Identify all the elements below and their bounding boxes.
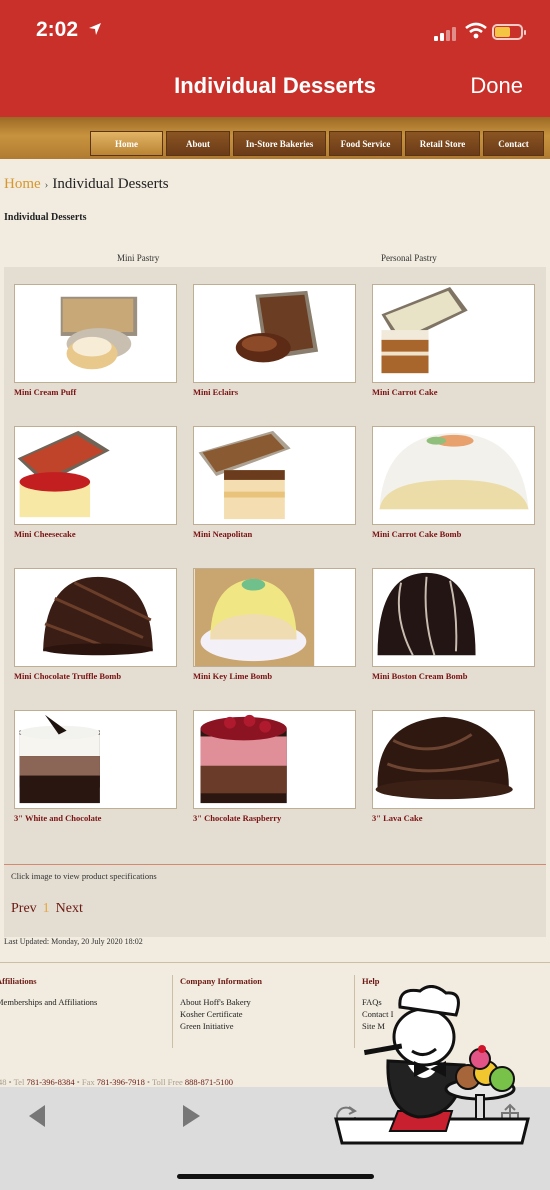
fax-number: 781-396-7918 bbox=[96, 1077, 145, 1087]
product-image-key-lime-bomb[interactable] bbox=[193, 568, 356, 667]
forward-arrow-icon[interactable] bbox=[178, 1103, 204, 1129]
footer-link[interactable]: About Hoff's Bakery bbox=[180, 996, 262, 1008]
menu-contact[interactable]: Contact bbox=[483, 131, 544, 156]
footer-separator bbox=[0, 962, 550, 963]
footer-link[interactable]: Kosher Certificate bbox=[180, 1008, 262, 1020]
product-label[interactable]: 3" Lava Cake bbox=[372, 813, 423, 823]
column-heading-personal: Personal Pastry bbox=[381, 253, 437, 263]
product-label[interactable]: 3" Chocolate Raspberry bbox=[193, 813, 281, 823]
location-arrow-icon bbox=[89, 23, 101, 35]
footer-column-divider bbox=[172, 975, 173, 1048]
product-label[interactable]: Mini Carrot Cake Bomb bbox=[372, 529, 461, 539]
product-image-truffle-bomb[interactable] bbox=[14, 568, 177, 667]
product-image-cream-puff[interactable] bbox=[14, 284, 177, 383]
product-label[interactable]: Mini Cream Puff bbox=[14, 387, 76, 397]
tel-number[interactable]: 781-396-8384 bbox=[26, 1077, 74, 1087]
current-page: 1 bbox=[42, 901, 50, 916]
footer-company: Company Information About Hoff's Bakery … bbox=[180, 975, 262, 1032]
product-label[interactable]: Mini Cheesecake bbox=[14, 529, 76, 539]
breadcrumb-home[interactable]: Home bbox=[4, 176, 41, 192]
section-heading: Individual Desserts bbox=[4, 212, 87, 223]
product-image-cheesecake[interactable] bbox=[14, 426, 177, 525]
status-time: 2:02 bbox=[36, 18, 79, 41]
divider bbox=[4, 864, 546, 865]
menu-food-service[interactable]: Food Service bbox=[329, 131, 402, 156]
product-image-eclairs[interactable] bbox=[193, 284, 356, 383]
product-image-carrot-bomb[interactable] bbox=[372, 426, 535, 525]
back-arrow-icon[interactable] bbox=[25, 1103, 51, 1129]
prev-link[interactable]: Prev bbox=[11, 901, 37, 916]
battery-icon bbox=[492, 24, 526, 40]
breadcrumb: Home › Individual Desserts bbox=[4, 176, 169, 193]
menu-retail-store[interactable]: Retail Store bbox=[405, 131, 480, 156]
signal-icon bbox=[434, 26, 456, 41]
product-image-boston-cream-bomb[interactable] bbox=[372, 568, 535, 667]
footer-link[interactable]: Memberships and Affiliations bbox=[0, 996, 97, 1008]
menu-in-store-bakeries[interactable]: In-Store Bakeries bbox=[233, 131, 326, 156]
done-button[interactable]: Done bbox=[470, 73, 523, 99]
footer-heading: Affiliations bbox=[0, 976, 37, 986]
product-image-carrot-cake[interactable] bbox=[372, 284, 535, 383]
phone-prefix: 48 • Tel bbox=[0, 1077, 25, 1087]
product-label[interactable]: Mini Eclairs bbox=[193, 387, 238, 397]
footer-heading: Company Information bbox=[180, 976, 262, 986]
breadcrumb-separator: › bbox=[44, 179, 49, 191]
tollfree-number[interactable]: 888-871-5100 bbox=[185, 1077, 233, 1087]
phone-line: 48 • Tel 781-396-8384 • Fax 781-396-7918… bbox=[0, 1077, 233, 1087]
next-link[interactable]: Next bbox=[56, 901, 83, 916]
home-indicator bbox=[177, 1174, 374, 1179]
product-image-white-choc-cake[interactable] bbox=[14, 710, 177, 809]
site-menu: Home About In-Store Bakeries Food Servic… bbox=[90, 131, 544, 156]
wifi-icon bbox=[465, 22, 487, 39]
product-image-choc-raspberry-cake[interactable] bbox=[193, 710, 356, 809]
product-label[interactable]: Mini Carrot Cake bbox=[372, 387, 437, 397]
column-heading-mini: Mini Pastry bbox=[117, 253, 160, 263]
menu-about[interactable]: About bbox=[166, 131, 230, 156]
breadcrumb-current: Individual Desserts bbox=[52, 176, 169, 192]
product-label[interactable]: Mini Key Lime Bomb bbox=[193, 671, 272, 681]
pagination: Prev 1 Next bbox=[11, 901, 83, 917]
navigation-bar: 2:02 Individual Desserts Done bbox=[0, 0, 550, 117]
menu-home[interactable]: Home bbox=[90, 131, 163, 156]
page-title: Individual Desserts bbox=[174, 73, 376, 98]
last-updated: Last Updated: Monday, 20 July 2020 18:02 bbox=[4, 937, 143, 946]
tollfree-label: • Toll Free bbox=[147, 1077, 183, 1087]
product-label[interactable]: Mini Chocolate Truffle Bomb bbox=[14, 671, 121, 681]
product-label[interactable]: 3" White and Chocolate bbox=[14, 813, 101, 823]
chef-eating-icon bbox=[334, 985, 530, 1145]
fax-label: • Fax bbox=[76, 1077, 95, 1087]
footer-affiliations: Affiliations Memberships and Affiliation… bbox=[0, 975, 97, 1008]
footer-link[interactable]: Green Initiative bbox=[180, 1020, 262, 1032]
product-image-neapolitan[interactable] bbox=[193, 426, 356, 525]
hint-text: Click image to view product specificatio… bbox=[11, 871, 157, 881]
product-label[interactable]: Mini Boston Cream Bomb bbox=[372, 671, 467, 681]
product-label[interactable]: Mini Neapolitan bbox=[193, 529, 252, 539]
product-image-lava-cake[interactable] bbox=[372, 710, 535, 809]
